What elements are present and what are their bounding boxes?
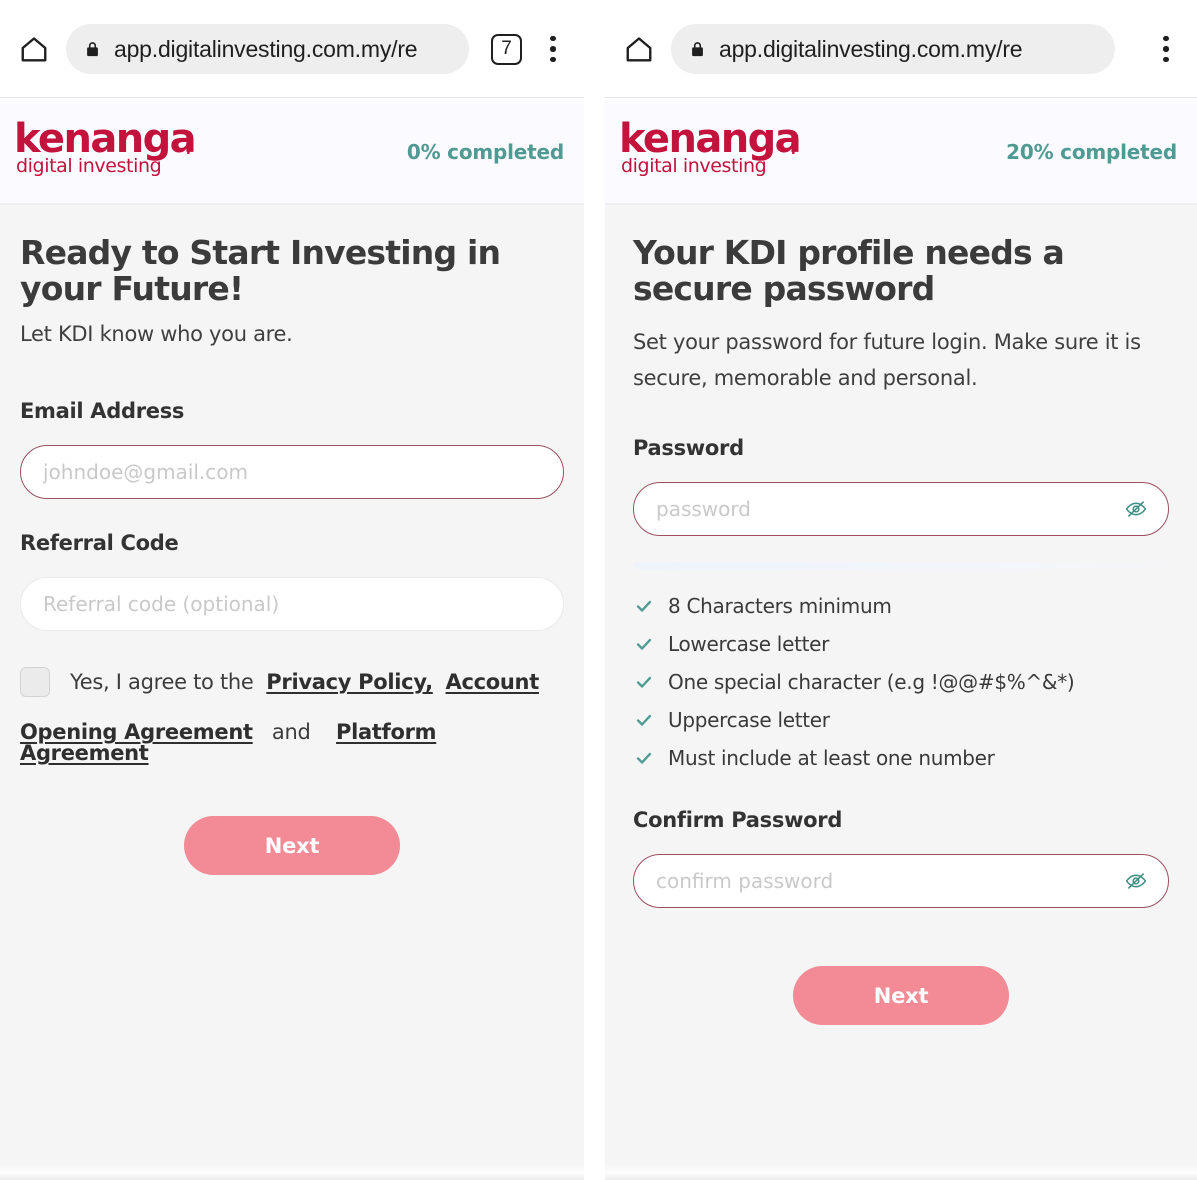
kebab-dot — [1163, 56, 1169, 63]
referral-input-wrap — [20, 577, 564, 632]
kebab-dot — [1163, 35, 1169, 42]
requirement-item: Uppercase letter — [633, 708, 1169, 732]
progress-status-label: 20% completed — [1006, 139, 1177, 164]
browser-chrome-left: app.digitalinvesting.com.my/re 7 — [0, 0, 584, 98]
password-strength-bar — [633, 562, 1169, 570]
confirm-password-field-label: Confirm Password — [633, 808, 843, 833]
page-title: Your KDI profile needs a secure password — [633, 233, 1065, 308]
page-body-right: Your KDI profile needs a secure password… — [605, 205, 1197, 1180]
kebab-dot — [550, 46, 556, 52]
page-body-left: Ready to Start Investing in your Future!… — [0, 205, 584, 1180]
kebab-menu-icon[interactable] — [1149, 29, 1183, 69]
requirement-item: Lowercase letter — [633, 632, 1169, 656]
tab-counter-button[interactable]: 7 — [491, 33, 522, 65]
next-button[interactable]: Next — [184, 816, 400, 876]
check-icon — [633, 709, 655, 731]
progress-status-label: 0% completed — [406, 139, 564, 164]
app-header-right: kenanga . digital investing 20% complete… — [605, 98, 1197, 205]
account-opening-agreement-link-part1[interactable]: Account — [446, 671, 540, 693]
logo-wordmark: kenanga — [14, 115, 197, 162]
password-field-label: Password — [633, 436, 744, 461]
url-text: app.digitalinvesting.com.my/re — [719, 35, 1023, 62]
requirement-text: Must include at least one number — [668, 746, 995, 771]
check-icon — [633, 595, 655, 617]
page-subtitle: Let KDI know who you are. — [20, 322, 293, 347]
email-field-label: Email Address — [20, 399, 185, 424]
kenanga-logo: kenanga . digital investing — [14, 115, 200, 183]
url-text: app.digitalinvesting.com.my/re — [114, 35, 418, 62]
check-icon — [633, 747, 655, 769]
home-icon[interactable] — [619, 29, 659, 69]
bottom-bar-right — [605, 1164, 1197, 1180]
agreement-line-2: Opening Agreement and Platform Agreement — [20, 722, 564, 764]
dual-screenshot-container: app.digitalinvesting.com.my/re 7 kenanga… — [0, 0, 1197, 1180]
agreement-checkbox[interactable] — [20, 667, 50, 698]
kebab-dot — [1163, 46, 1169, 52]
logo-wordmark: kenanga — [619, 115, 802, 162]
confirm-password-input[interactable] — [633, 854, 1169, 909]
check-icon — [633, 633, 655, 655]
check-icon — [633, 671, 655, 693]
kebab-dot — [550, 56, 556, 63]
kenanga-logo: kenanga . digital investing — [619, 115, 805, 183]
screenshot-divider — [584, 0, 605, 1180]
kebab-dot — [550, 35, 556, 42]
referral-code-input[interactable] — [20, 577, 564, 632]
home-icon[interactable] — [14, 29, 54, 69]
privacy-policy-link[interactable]: Privacy Policy, — [266, 671, 433, 693]
logo-tagline: digital investing — [621, 154, 767, 177]
requirement-text: 8 Characters minimum — [668, 594, 892, 619]
address-bar-left[interactable]: app.digitalinvesting.com.my/re — [66, 24, 469, 74]
referral-field-label: Referral Code — [20, 531, 179, 556]
lock-icon — [84, 38, 102, 60]
page-title: Ready to Start Investing in your Future! — [20, 233, 501, 308]
agreement-block: Yes, I agree to the Privacy Policy, Acco… — [20, 667, 564, 764]
confirm-password-input-wrap — [633, 854, 1169, 909]
agreement-conjunction: and — [271, 720, 311, 745]
requirement-item: 8 Characters minimum — [633, 594, 1169, 618]
logo-tagline: digital investing — [16, 154, 162, 177]
page-subtitle: Set your password for future login. Make… — [633, 330, 1141, 391]
email-input[interactable] — [20, 445, 564, 500]
next-button[interactable]: Next — [793, 966, 1009, 1026]
requirement-text: Uppercase letter — [668, 708, 830, 733]
kebab-menu-icon[interactable] — [536, 29, 570, 69]
eye-off-icon[interactable] — [1121, 868, 1151, 894]
bottom-bar-left — [0, 1164, 584, 1180]
requirement-text: One special character (e.g !@@#$%^&*) — [668, 670, 1075, 695]
logo-dot: . — [791, 138, 796, 158]
email-input-wrap — [20, 445, 564, 500]
password-input-wrap — [633, 482, 1169, 537]
password-input[interactable] — [633, 482, 1169, 537]
left-phone-screen: app.digitalinvesting.com.my/re 7 kenanga… — [0, 0, 584, 1180]
eye-off-icon[interactable] — [1121, 496, 1151, 522]
address-bar-right[interactable]: app.digitalinvesting.com.my/re — [671, 24, 1115, 74]
agreement-intro-text: Yes, I agree to the — [70, 669, 254, 694]
requirement-item: Must include at least one number — [633, 746, 1169, 770]
password-requirements-list: 8 Characters minimum Lowercase letter On… — [633, 594, 1169, 770]
logo-dot: . — [186, 138, 191, 158]
lock-icon — [689, 38, 707, 60]
agreement-line-1: Yes, I agree to the Privacy Policy, Acco… — [20, 667, 564, 698]
browser-chrome-right: app.digitalinvesting.com.my/re — [605, 0, 1197, 98]
requirement-item: One special character (e.g !@@#$%^&*) — [633, 670, 1169, 694]
right-phone-screen: app.digitalinvesting.com.my/re kenanga .… — [605, 0, 1197, 1180]
app-header-left: kenanga . digital investing 0% completed — [0, 98, 584, 205]
requirement-text: Lowercase letter — [668, 632, 830, 657]
